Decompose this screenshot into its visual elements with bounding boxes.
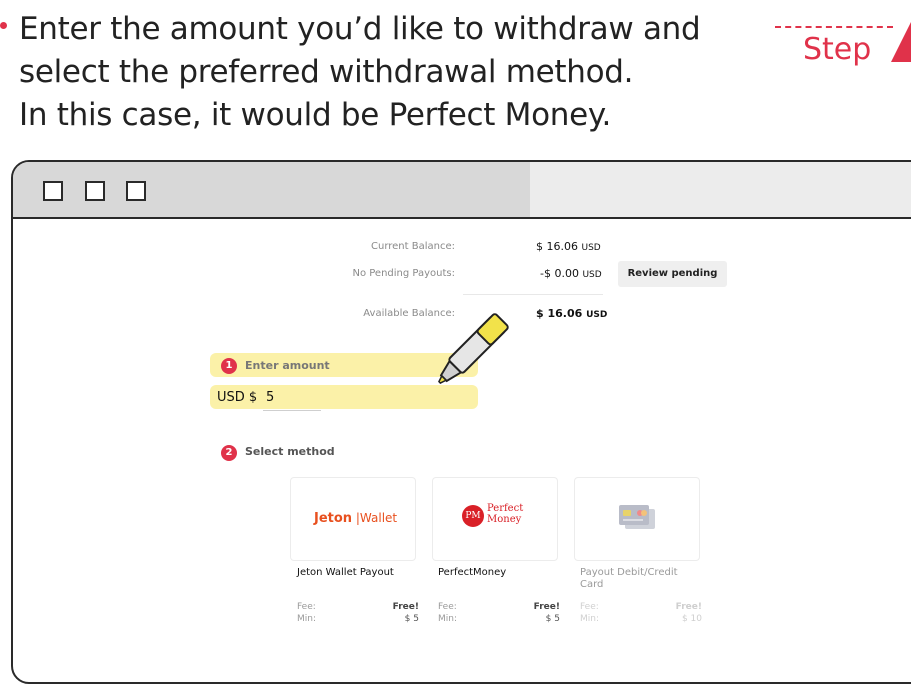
jeton-logo: Jeton |Wallet — [314, 511, 398, 526]
enter-amount-label: Enter amount — [245, 359, 330, 372]
step-dashed-line — [775, 26, 893, 28]
method-name: PerfectMoney — [438, 567, 507, 578]
credit-card-icon — [619, 505, 655, 529]
instruction-text: Enter the amount you’d like to withdraw … — [19, 8, 701, 137]
instruction-line: In this case, it would be Perfect Money. — [19, 97, 612, 133]
min-row: Min: $ 5 — [438, 614, 560, 624]
instruction-line: select the preferred withdrawal method. — [19, 54, 634, 90]
divider — [463, 294, 603, 295]
bullet-dot — [0, 22, 7, 29]
step-label: Step — [803, 32, 872, 67]
select-method-label: Select method — [245, 445, 335, 458]
current-balance-label: Current Balance: — [371, 241, 455, 252]
window-square-icon — [43, 181, 63, 201]
pm-logo-badge: PM — [462, 505, 484, 527]
min-row: Min: $ 10 — [580, 614, 702, 624]
min-row: Min: $ 5 — [297, 614, 419, 624]
amount-input[interactable]: 5 — [266, 390, 274, 405]
method-card-jeton[interactable]: Jeton |Wallet — [290, 477, 416, 561]
window-square-icon — [126, 181, 146, 201]
current-balance-value: $ 16.06 USD — [536, 240, 601, 253]
method-card-perfectmoney[interactable]: PM Perfect Money — [432, 477, 558, 561]
pending-payouts-value: -$ 0.00 USD — [540, 267, 602, 280]
highlighter-pen-icon — [438, 313, 509, 384]
input-underline — [263, 410, 321, 411]
method-name: Jeton Wallet Payout — [297, 567, 394, 578]
step-flag-icon — [891, 22, 911, 62]
pm-logo-text: Perfect Money — [487, 503, 524, 525]
review-pending-button[interactable]: Review pending — [618, 261, 727, 287]
browser-tab-area — [530, 162, 911, 217]
fee-row: Fee: Free! — [438, 602, 560, 612]
instruction-line: Enter the amount you’d like to withdraw … — [19, 11, 701, 47]
pending-payouts-label: No Pending Payouts: — [352, 268, 455, 279]
browser-window: Current Balance: $ 16.06 USD No Pending … — [11, 160, 911, 684]
window-square-icon — [85, 181, 105, 201]
step-number-badge: 1 — [221, 358, 237, 374]
step-number-badge: 2 — [221, 445, 237, 461]
currency-prefix: USD $ — [217, 390, 258, 405]
fee-row: Fee: Free! — [580, 602, 702, 612]
fee-row: Fee: Free! — [297, 602, 419, 612]
method-name: Payout Debit/Credit Card — [580, 567, 678, 590]
available-balance-value: $ 16.06 USD — [536, 307, 608, 320]
method-card-card[interactable] — [574, 477, 700, 561]
browser-titlebar — [13, 162, 911, 219]
